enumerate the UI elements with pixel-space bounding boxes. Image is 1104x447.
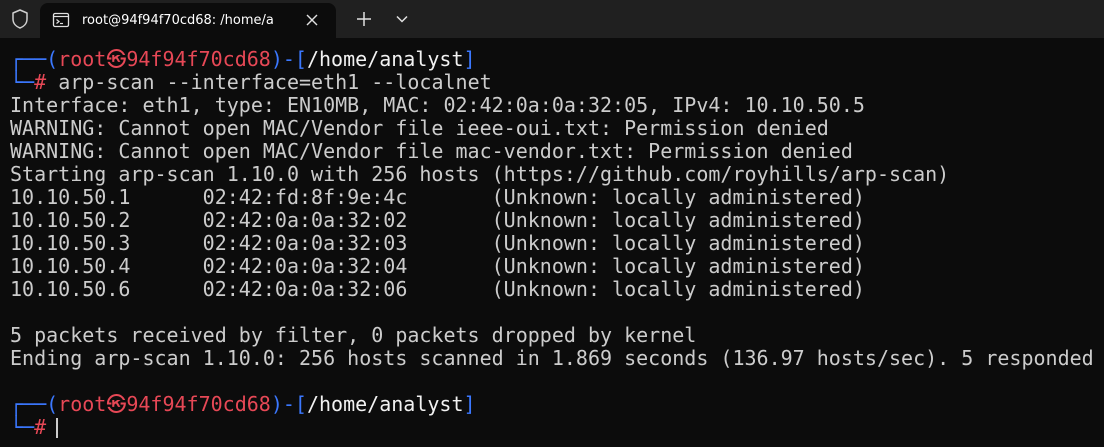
prompt-header: ┌──(root㉿94f94f70cd68)-[/home/analyst] [10, 393, 476, 416]
command-text: arp-scan --interface=eth1 --localnet [58, 70, 492, 94]
output-line: 5 packets received by filter, 0 packets … [10, 323, 697, 347]
command-line: └─# arp-scan --interface=eth1 --localnet [10, 71, 492, 94]
output-line: Ending arp-scan 1.10.0: 256 hosts scanne… [10, 346, 1094, 370]
output-line: Interface: eth1, type: EN10MB, MAC: 02:4… [10, 93, 865, 117]
tab-terminal[interactable]: root@94f94f70cd68: /home/a [40, 3, 336, 38]
prompt-frame: ] [463, 47, 476, 71]
prompt-frame: └─ [10, 415, 35, 439]
prompt-user: root [58, 47, 107, 71]
prompt-separator-glyph: ㉿ [106, 47, 127, 71]
text-cursor [56, 418, 59, 438]
tab-title: root@94f94f70cd68: /home/a [82, 13, 274, 28]
prompt-frame: └─ [10, 70, 35, 94]
prompt-hash: # [34, 70, 47, 94]
output-line: 10.10.50.3 02:42:0a:0a:32:03 (Unknown: l… [10, 231, 865, 255]
prompt-frame: )-[ [270, 392, 307, 416]
terminal-tab-icon [52, 11, 70, 29]
prompt-user: root [58, 392, 107, 416]
prompt-header: ┌──(root㉿94f94f70cd68)-[/home/analyst] [10, 48, 476, 71]
prompt-frame: ┌──( [10, 47, 59, 71]
close-icon[interactable] [302, 10, 322, 30]
prompt-frame: ┌──( [10, 392, 59, 416]
prompt-host: 94f94f70cd68 [126, 47, 271, 71]
command-line[interactable]: └─# [10, 415, 59, 439]
prompt-frame: ] [463, 392, 476, 416]
plus-icon[interactable] [352, 8, 376, 30]
output-line: Starting arp-scan 1.10.0 with 256 hosts … [10, 162, 950, 186]
prompt-host: 94f94f70cd68 [126, 392, 271, 416]
prompt-hash: # [34, 415, 47, 439]
prompt-path: /home/analyst [306, 392, 464, 416]
output-line: 10.10.50.1 02:42:fd:8f:9e:4c (Unknown: l… [10, 185, 865, 209]
output-line: 10.10.50.4 02:42:0a:0a:32:04 (Unknown: l… [10, 254, 865, 278]
prompt-separator-glyph: ㉿ [106, 392, 127, 416]
output-line: 10.10.50.6 02:42:0a:0a:32:06 (Unknown: l… [10, 277, 865, 301]
output-line: WARNING: Cannot open MAC/Vendor file iee… [10, 116, 829, 140]
title-bar: root@94f94f70cd68: /home/a [0, 0, 1104, 38]
prompt-frame: )-[ [270, 47, 307, 71]
prompt-path: /home/analyst [306, 47, 464, 71]
terminal-output[interactable]: ┌──(root㉿94f94f70cd68)-[/home/analyst] └… [0, 38, 1104, 447]
output-line: WARNING: Cannot open MAC/Vendor file mac… [10, 139, 853, 163]
output-line: 10.10.50.2 02:42:0a:0a:32:02 (Unknown: l… [10, 208, 865, 232]
shield-icon[interactable] [9, 8, 31, 30]
chevron-down-icon[interactable] [390, 8, 414, 30]
